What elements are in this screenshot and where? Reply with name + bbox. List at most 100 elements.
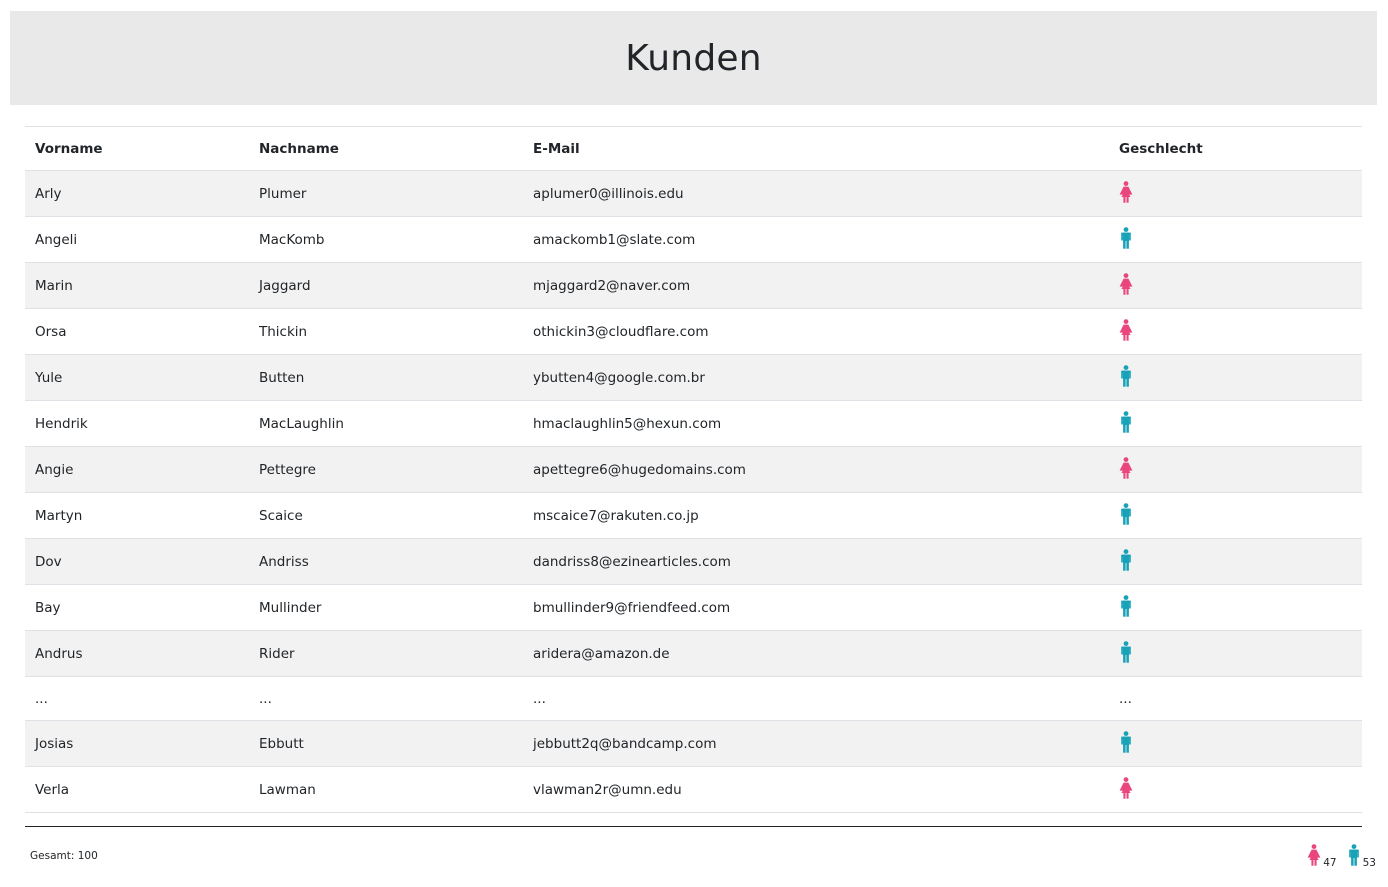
male-icon <box>1119 226 1133 249</box>
table-row[interactable]: Dov Andriss dandriss8@ezinearticles.com <box>25 538 1362 585</box>
gender-cell <box>1109 539 1362 585</box>
gender-cell: ... <box>1119 690 1132 707</box>
gender-stats: 47 53 <box>1307 844 1376 869</box>
page-header: Kunden <box>10 11 1377 105</box>
firstname-cell: Dov <box>35 553 62 570</box>
firstname-cell: Angeli <box>35 231 78 248</box>
gender-cell <box>1109 585 1362 631</box>
email-cell: mscaice7@rakuten.co.jp <box>533 507 699 524</box>
gender-cell <box>1109 767 1362 813</box>
male-icon <box>1119 640 1133 663</box>
table-row[interactable]: Josias Ebbutt jebbutt2q@bandcamp.com <box>25 720 1362 767</box>
email-cell: ... <box>533 690 546 707</box>
female-count: 47 <box>1323 857 1337 869</box>
table-header: Vorname Nachname E-Mail Geschlecht <box>25 126 1362 171</box>
email-cell: vlawman2r@umn.edu <box>533 781 682 798</box>
firstname-cell: Yule <box>35 369 63 386</box>
firstname-cell: Verla <box>35 781 70 798</box>
lastname-cell: Mullinder <box>259 599 322 616</box>
firstname-cell: Angie <box>35 461 74 478</box>
female-icon <box>1307 844 1321 869</box>
gender-cell <box>1109 263 1362 309</box>
footer-divider <box>25 826 1362 827</box>
email-cell: amackomb1@slate.com <box>533 231 696 248</box>
gender-cell <box>1109 447 1362 493</box>
lastname-cell: Butten <box>259 369 305 386</box>
gender-cell <box>1109 355 1362 401</box>
male-icon <box>1119 594 1133 617</box>
email-cell: aplumer0@illinois.edu <box>533 185 684 202</box>
firstname-cell: Marin <box>35 277 73 294</box>
lastname-cell: Scaice <box>259 507 303 524</box>
lastname-cell: Ebbutt <box>259 735 304 752</box>
table-row[interactable]: ............ <box>25 677 1362 721</box>
gender-cell <box>1109 309 1362 355</box>
female-icon <box>1119 456 1133 479</box>
table-row[interactable]: Andrus Rider aridera@amazon.de <box>25 630 1362 677</box>
firstname-cell: Andrus <box>35 645 83 662</box>
table-row[interactable]: Verla Lawman vlawman2r@umn.edu <box>25 767 1362 813</box>
male-stat: 53 <box>1347 844 1376 869</box>
table-row[interactable]: Angeli MacKomb amackomb1@slate.com <box>25 217 1362 263</box>
table-row[interactable]: Marin Jaggard mjaggard2@naver.com <box>25 262 1362 309</box>
female-stat: 47 <box>1307 844 1337 869</box>
female-icon <box>1119 776 1133 799</box>
lastname-cell: Plumer <box>259 185 307 202</box>
customer-table-container: Vorname Nachname E-Mail Geschlecht Arly P… <box>25 126 1362 813</box>
male-icon <box>1119 364 1133 387</box>
column-header-gender[interactable]: Geschlecht <box>1109 127 1362 171</box>
lastname-cell: Pettegre <box>259 461 316 478</box>
gender-cell <box>1109 171 1362 217</box>
email-cell: hmaclaughlin5@hexun.com <box>533 415 722 432</box>
gender-cell <box>1109 721 1362 767</box>
table-row[interactable]: Martyn Scaice mscaice7@rakuten.co.jp <box>25 493 1362 539</box>
column-header-firstname[interactable]: Vorname <box>25 127 249 171</box>
email-cell: othickin3@cloudflare.com <box>533 323 709 340</box>
firstname-cell: Martyn <box>35 507 83 524</box>
male-icon <box>1119 730 1133 753</box>
lastname-cell: MacLaughlin <box>259 415 344 432</box>
firstname-cell: ... <box>35 690 48 707</box>
lastname-cell: Rider <box>259 645 295 662</box>
email-cell: apettegre6@hugedomains.com <box>533 461 746 478</box>
email-cell: jebbutt2q@bandcamp.com <box>533 735 717 752</box>
email-cell: aridera@amazon.de <box>533 645 670 662</box>
table-header-row: Vorname Nachname E-Mail Geschlecht <box>25 126 1362 171</box>
firstname-cell: Josias <box>35 735 74 752</box>
firstname-cell: Bay <box>35 599 61 616</box>
lastname-cell: MacKomb <box>259 231 325 248</box>
column-header-email[interactable]: E-Mail <box>523 127 1109 171</box>
page-title: Kunden <box>625 37 762 79</box>
firstname-cell: Hendrik <box>35 415 88 432</box>
table-body: Arly Plumer aplumer0@illinois.edu Angeli Mac… <box>25 170 1362 813</box>
table-row[interactable]: Hendrik MacLaughlin hmaclaughlin5@hexun.co… <box>25 401 1362 447</box>
table-row[interactable]: Angie Pettegre apettegre6@hugedomains.com <box>25 446 1362 493</box>
table-row[interactable]: Yule Butten ybutten4@google.com.br <box>25 354 1362 401</box>
table-row[interactable]: Bay Mullinder bmullinder9@friendfeed.com <box>25 585 1362 631</box>
male-count: 53 <box>1362 857 1376 869</box>
gender-cell <box>1109 493 1362 539</box>
female-icon <box>1119 180 1133 203</box>
male-icon <box>1119 410 1133 433</box>
lastname-cell: Thickin <box>259 323 308 340</box>
firstname-cell: Arly <box>35 185 62 202</box>
lastname-cell: ... <box>259 690 272 707</box>
table-row[interactable]: Orsa Thickin othickin3@cloudflare.com <box>25 309 1362 355</box>
female-icon <box>1119 318 1133 341</box>
customer-table: Vorname Nachname E-Mail Geschlecht Arly P… <box>25 126 1362 813</box>
column-header-lastname[interactable]: Nachname <box>249 127 523 171</box>
male-icon <box>1119 548 1133 571</box>
male-icon <box>1347 844 1361 869</box>
email-cell: dandriss8@ezinearticles.com <box>533 553 731 570</box>
gender-cell <box>1109 217 1362 263</box>
gender-cell <box>1109 401 1362 447</box>
email-cell: mjaggard2@naver.com <box>533 277 691 294</box>
lastname-cell: Lawman <box>259 781 316 798</box>
total-count: Gesamt: 100 <box>30 850 98 862</box>
female-icon <box>1119 272 1133 295</box>
male-icon <box>1119 502 1133 525</box>
firstname-cell: Orsa <box>35 323 67 340</box>
lastname-cell: Jaggard <box>259 277 311 294</box>
email-cell: ybutten4@google.com.br <box>533 369 705 386</box>
table-row[interactable]: Arly Plumer aplumer0@illinois.edu <box>25 170 1362 217</box>
